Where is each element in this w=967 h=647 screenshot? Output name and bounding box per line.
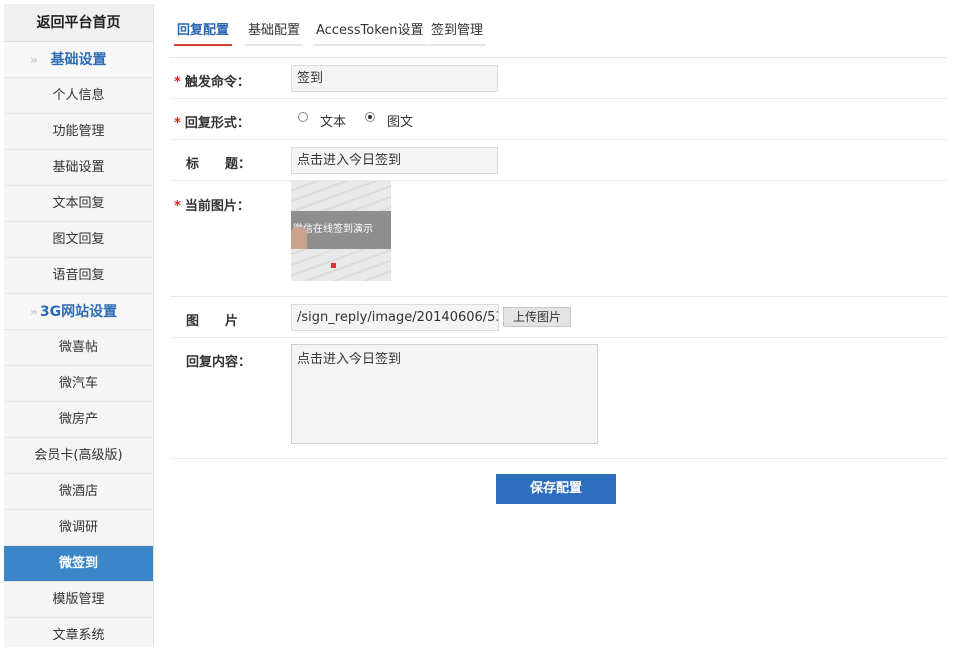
- radio-text-label: 文本: [320, 115, 347, 130]
- sidebar-item-profile[interactable]: 个人信息: [4, 78, 153, 114]
- sidebar-item-wedding[interactable]: 微喜帖: [4, 330, 153, 366]
- sidebar-item-templates[interactable]: 模版管理: [4, 582, 153, 618]
- chevron-right-icon: »: [30, 53, 38, 67]
- current-image-thumbnail: 微信在线签到演示: [291, 181, 391, 281]
- sidebar-item-member-card[interactable]: 会员卡(高级版): [4, 438, 153, 474]
- required-mark: *: [174, 75, 181, 90]
- sidebar-item-news-reply[interactable]: 图文回复: [4, 222, 153, 258]
- image-row: 图 片 /sign_reply/image/20140606/53912c 上传…: [170, 297, 947, 338]
- sidebar-item-voice-reply[interactable]: 语音回复: [4, 258, 153, 294]
- content-row: 回复内容： 点击进入今日签到: [170, 338, 947, 459]
- sidebar-item-hotel[interactable]: 微酒店: [4, 474, 153, 510]
- reply-type-row: * 回复形式： 文本 图文: [170, 99, 947, 140]
- upload-image-button[interactable]: 上传图片: [503, 307, 571, 327]
- radio-news[interactable]: [365, 112, 375, 122]
- sidebar-item-basic-settings[interactable]: 基础设置: [4, 150, 153, 186]
- title-label: 标 题：: [186, 157, 252, 172]
- image-label: 图 片: [186, 314, 239, 329]
- sidebar-item-car[interactable]: 微汽车: [4, 366, 153, 402]
- sidebar-section-3g: » 3G网站设置: [4, 294, 153, 330]
- save-config-button[interactable]: 保存配置: [496, 474, 616, 504]
- sidebar: 返回平台首页 » 基础设置 个人信息 功能管理 基础设置 文本回复 图文回复 语…: [4, 4, 154, 647]
- tab-basic-config[interactable]: 基础配置: [245, 20, 304, 46]
- sidebar-item-house[interactable]: 微房产: [4, 402, 153, 438]
- required-mark: *: [174, 116, 181, 131]
- sidebar-item-articles[interactable]: 文章系统: [4, 618, 153, 647]
- trigger-input[interactable]: 签到: [291, 65, 498, 92]
- trigger-row: * 触发命令： 签到: [170, 58, 947, 99]
- sidebar-item-functions[interactable]: 功能管理: [4, 114, 153, 150]
- title-row: 标 题： 点击进入今日签到: [170, 140, 947, 181]
- current-image-row: * 当前图片： 微信在线签到演示: [170, 181, 947, 297]
- content-label: 回复内容：: [186, 355, 252, 370]
- radio-news-label: 图文: [387, 115, 414, 130]
- tab-reply-config[interactable]: 回复配置: [174, 20, 233, 46]
- tab-accesstoken[interactable]: AccessToken设置: [313, 20, 427, 46]
- thumbnail-dot: [331, 263, 336, 268]
- chevron-right-icon: »: [30, 305, 38, 319]
- current-image-label: * 当前图片：: [174, 199, 250, 214]
- main-content: 回复配置 基础配置 AccessToken设置 签到管理 * 触发命令： 签到 *…: [170, 0, 947, 647]
- trigger-label: * 触发命令：: [174, 75, 250, 90]
- tab-checkin-manage[interactable]: 签到管理: [428, 20, 487, 46]
- thumbnail-avatar: [291, 227, 307, 249]
- sidebar-item-text-reply[interactable]: 文本回复: [4, 186, 153, 222]
- radio-text[interactable]: [298, 112, 308, 122]
- sidebar-section-basic: » 基础设置: [4, 42, 153, 78]
- tab-bar: 回复配置 基础配置 AccessToken设置 签到管理: [170, 0, 947, 58]
- image-path-input[interactable]: /sign_reply/image/20140606/53912c: [291, 304, 499, 331]
- content-textarea[interactable]: 点击进入今日签到: [291, 344, 598, 444]
- back-to-platform-link[interactable]: 返回平台首页: [4, 4, 153, 42]
- sidebar-item-checkin[interactable]: 微签到: [4, 546, 153, 582]
- sidebar-item-survey[interactable]: 微调研: [4, 510, 153, 546]
- required-mark: *: [174, 199, 181, 214]
- title-input[interactable]: 点击进入今日签到: [291, 147, 498, 174]
- reply-type-label: * 回复形式：: [174, 116, 250, 131]
